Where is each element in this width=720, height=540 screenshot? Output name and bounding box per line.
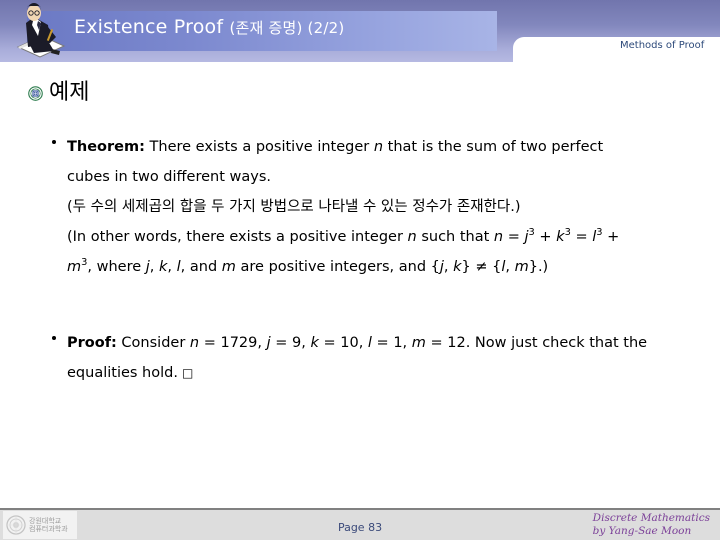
person-writing-icon (16, 3, 66, 58)
value-m: 12 (447, 335, 466, 351)
value-j: 9 (292, 335, 302, 351)
theorem-label: Theorem: (67, 139, 145, 155)
theorem-block: Theorem: There exists a positive integer… (52, 132, 702, 282)
page-title: Existence Proof (존재 증명) (2/2) (74, 16, 344, 38)
value-n: 1729 (220, 335, 258, 351)
page-title-sub: (존재 증명) (2/2) (229, 19, 345, 37)
chapter-label: Methods of Proof (620, 40, 705, 51)
proof-bullet-row: Proof: Consider n = 1729, j = 9, k = 10,… (52, 328, 702, 388)
credit-line-2: by Yang-Sae Moon (592, 525, 692, 537)
proof-text: Proof: Consider n = 1729, j = 9, k = 10,… (67, 335, 648, 381)
course-credit: Discrete Mathematics by Yang-Sae Moon (593, 512, 710, 538)
theorem-restatement: (In other words, there exists a positive… (67, 227, 620, 275)
credit-line-1: Discrete Mathematics (592, 512, 710, 524)
proof-label: Proof: (67, 335, 117, 351)
bullet-dot-icon (52, 140, 56, 144)
section-heading: 예제 (28, 82, 89, 104)
seal-bullet-icon (28, 85, 43, 101)
bullet-dot-icon (52, 336, 56, 340)
value-k: 10 (340, 335, 359, 351)
qed-symbol: □ (181, 366, 194, 380)
value-l: 1 (393, 335, 403, 351)
slide: Existence Proof (존재 증명) (2/2) Methods of… (0, 0, 720, 540)
theorem-bullet-row: Theorem: There exists a positive integer… (52, 132, 702, 282)
proof-block: Proof: Consider n = 1729, j = 9, k = 10,… (52, 328, 702, 388)
page-title-main: Existence Proof (74, 16, 224, 38)
theorem-text: Theorem: There exists a positive integer… (67, 139, 620, 275)
section-title: 예제 (49, 80, 90, 105)
theorem-korean: (두 수의 세제곱의 합을 두 가지 방법으로 나타낼 수 있는 정수가 존재한… (67, 199, 521, 215)
